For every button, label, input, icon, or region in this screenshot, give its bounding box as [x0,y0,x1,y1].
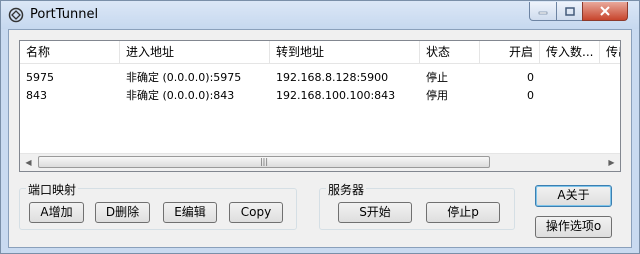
cell-target: 192.168.8.128:5900 [276,71,389,84]
cell-status: 停止 [426,71,448,84]
maximize-button[interactable] [556,2,583,21]
table-row[interactable]: 843 非确定 (0.0.0.0):843 192.168.100.100:84… [20,87,620,105]
app-window: PortTunnel 名称 进入地址 转到地址 状态 开启 传入数... 传出 … [0,0,640,254]
column-header-open[interactable]: 开启 [480,41,540,63]
minimize-button[interactable] [529,2,557,21]
cell-target: 192.168.100.100:843 [276,89,396,102]
scroll-right-icon[interactable]: ▶ [603,154,620,171]
cell-name: 843 [26,89,47,102]
table-row[interactable]: 5975 非确定 (0.0.0.0):5975 192.168.8.128:59… [20,69,620,87]
server-legend: 服务器 [326,181,367,198]
about-button[interactable]: A关于 [535,185,612,207]
column-header-bytes-out[interactable]: 传出 [600,41,620,63]
title-bar[interactable]: PortTunnel [1,1,639,29]
column-header-target[interactable]: 转到地址 [270,41,420,63]
horizontal-scrollbar[interactable]: ◀ ||| ▶ [20,153,620,171]
minimize-icon [538,11,548,15]
scroll-thumb[interactable]: ||| [38,156,490,168]
cell-source: 非确定 (0.0.0.0):843 [126,89,235,102]
maximize-icon [564,6,575,16]
copy-button[interactable]: Copy [229,202,283,223]
scroll-left-icon[interactable]: ◀ [20,154,37,171]
app-icon [8,7,24,23]
port-mapping-legend: 端口映射 [26,181,79,198]
list-header: 名称 进入地址 转到地址 状态 开启 传入数... 传出 [20,41,620,64]
delete-button[interactable]: D删除 [95,202,150,223]
cell-status: 停用 [426,89,448,102]
edit-button[interactable]: E编辑 [163,202,217,223]
client-area: 名称 进入地址 转到地址 状态 开启 传入数... 传出 5975 非确定 (0… [8,29,632,248]
cell-name: 5975 [26,71,54,84]
cell-open: 0 [527,71,534,84]
column-header-bytes-in[interactable]: 传入数... [540,41,600,63]
options-button[interactable]: 操作选项o [535,216,612,238]
column-header-name[interactable]: 名称 [20,41,120,63]
cell-source: 非确定 (0.0.0.0):5975 [126,71,242,84]
add-button[interactable]: A增加 [29,202,84,223]
cell-open: 0 [527,89,534,102]
start-button[interactable]: S开始 [338,202,412,223]
close-button[interactable] [582,2,628,21]
column-header-source[interactable]: 进入地址 [120,41,270,63]
window-title: PortTunnel [30,7,99,22]
tunnel-list[interactable]: 名称 进入地址 转到地址 状态 开启 传入数... 传出 5975 非确定 (0… [19,40,621,172]
column-header-status[interactable]: 状态 [420,41,480,63]
close-icon [600,6,610,16]
stop-button[interactable]: 停止p [426,202,500,223]
